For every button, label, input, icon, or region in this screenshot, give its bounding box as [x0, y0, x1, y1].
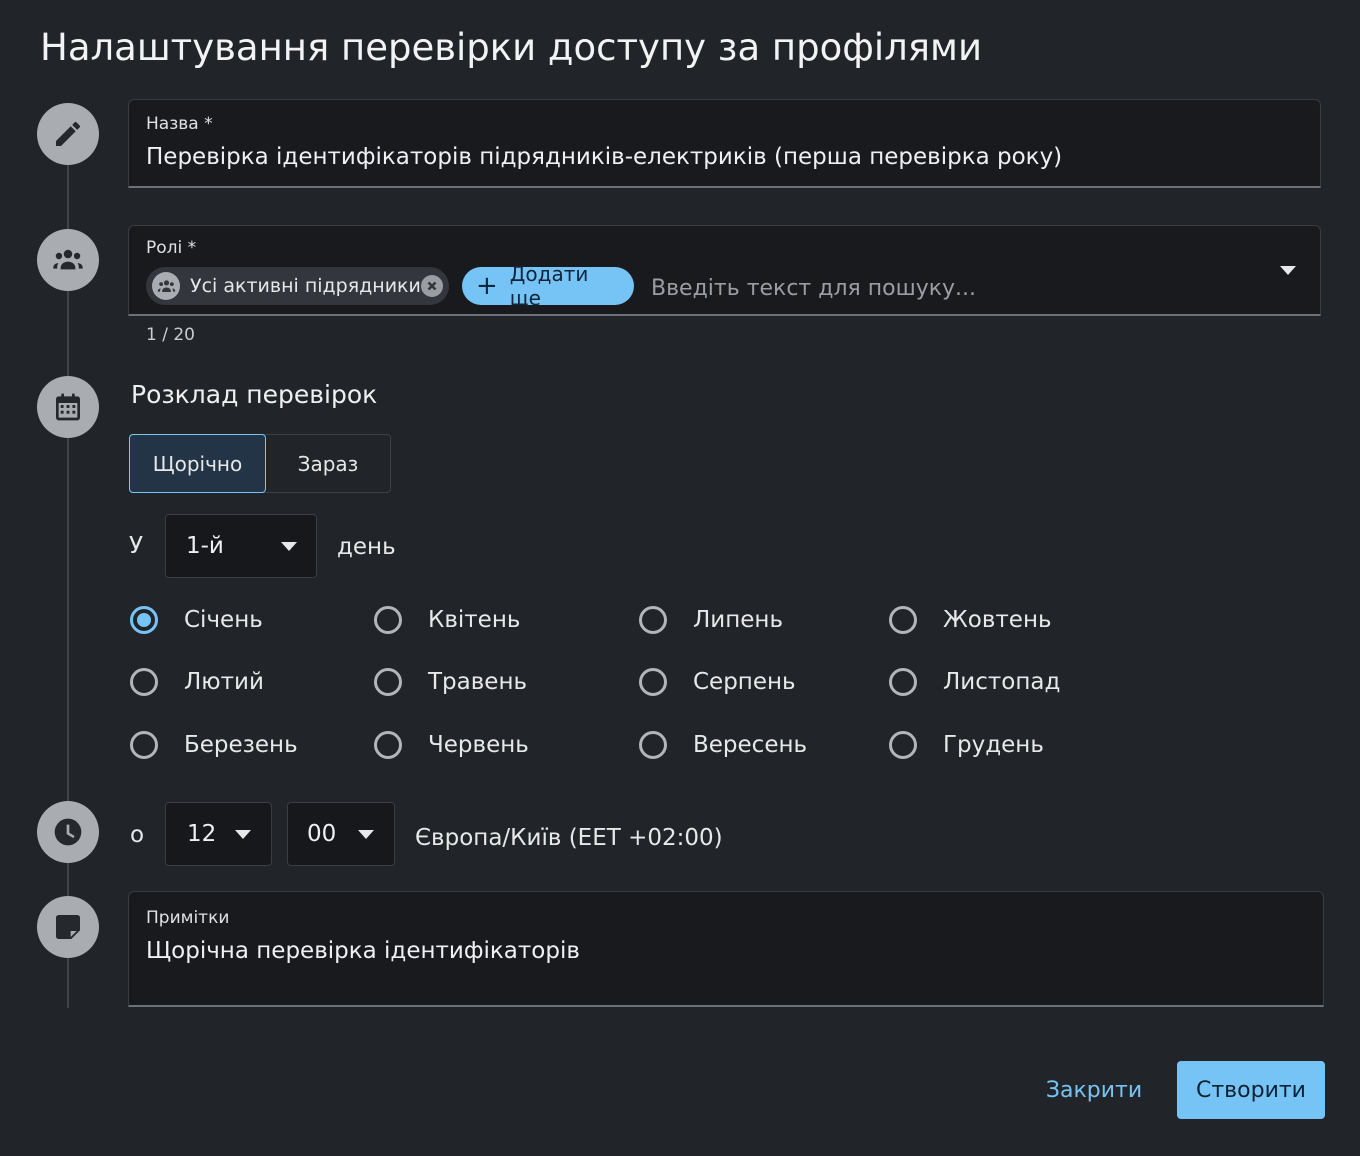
create-button[interactable]: Створити: [1177, 1061, 1325, 1119]
notes-field[interactable]: Примітки Щорічна перевірка ідентифікатор…: [128, 891, 1324, 1007]
hour-select[interactable]: 12: [165, 802, 272, 866]
roles-field[interactable]: Ролі * Усі активні підрядники + Додати щ…: [128, 225, 1321, 316]
hour-select-value: 12: [187, 821, 217, 847]
name-field[interactable]: Назва * Перевірка ідентифікаторів підряд…: [128, 99, 1321, 188]
name-field-label: Назва *: [146, 114, 213, 134]
dialog-title: Налаштування перевірки доступу за профіл…: [40, 26, 983, 69]
month-label: Червень: [428, 732, 529, 758]
month-label: Липень: [693, 607, 784, 633]
schedule-title: Розклад перевірок: [131, 380, 378, 409]
radio-unchecked-icon: [639, 606, 667, 634]
month-radio-october[interactable]: Жовтень: [889, 606, 1052, 634]
day-select[interactable]: 1-й: [165, 514, 317, 578]
role-chip-label: Усі активні підрядники: [190, 275, 421, 297]
frequency-toggle-group: Щорічно Зараз: [129, 434, 391, 493]
month-label: Жовтень: [943, 607, 1052, 633]
month-radio-january[interactable]: Січень: [130, 606, 263, 634]
month-label: Грудень: [943, 732, 1044, 758]
month-label: Травень: [428, 669, 528, 695]
month-radio-march[interactable]: Березень: [130, 731, 298, 759]
month-radio-june[interactable]: Червень: [374, 731, 529, 759]
radio-unchecked-icon: [130, 731, 158, 759]
chevron-down-icon: [281, 541, 297, 551]
chip-group-icon: [152, 272, 180, 300]
chevron-down-icon[interactable]: [1280, 266, 1296, 275]
radio-unchecked-icon: [889, 731, 917, 759]
calendar-icon: [37, 376, 99, 438]
month-label: Вересень: [693, 732, 808, 758]
month-radio-april[interactable]: Квітень: [374, 606, 520, 634]
add-more-button[interactable]: + Додати ще: [462, 262, 634, 310]
toggle-now[interactable]: Зараз: [266, 435, 390, 492]
radio-unchecked-icon: [889, 668, 917, 696]
day-suffix: день: [337, 534, 396, 560]
month-radio-february[interactable]: Лютий: [130, 668, 264, 696]
chevron-down-icon: [235, 829, 251, 839]
radio-unchecked-icon: [639, 731, 667, 759]
minute-select-value: 00: [307, 821, 337, 847]
roles-search-input[interactable]: [649, 270, 1253, 306]
roles-field-label: Ролі *: [146, 238, 197, 258]
radio-unchecked-icon: [130, 668, 158, 696]
month-label: Лютий: [184, 669, 264, 695]
day-prefix: У: [129, 533, 144, 559]
add-more-label: Додати ще: [509, 262, 589, 310]
time-prefix: о: [130, 822, 145, 848]
month-radio-november[interactable]: Листопад: [889, 668, 1060, 696]
month-label: Січень: [184, 607, 263, 633]
radio-unchecked-icon: [374, 668, 402, 696]
notes-field-value[interactable]: Щорічна перевірка ідентифікаторів: [146, 938, 580, 964]
month-label: Серпень: [693, 669, 796, 695]
month-radio-july[interactable]: Липень: [639, 606, 783, 634]
month-label: Квітень: [428, 607, 521, 633]
radio-unchecked-icon: [889, 606, 917, 634]
pencil-icon: [37, 103, 99, 165]
name-field-value[interactable]: Перевірка ідентифікаторів підрядників-ел…: [146, 144, 1062, 170]
radio-unchecked-icon: [639, 668, 667, 696]
month-label: Листопад: [943, 669, 1061, 695]
chip-remove-icon[interactable]: [421, 275, 443, 297]
group-icon: [37, 229, 99, 291]
roles-counter: 1 / 20: [146, 325, 195, 345]
day-select-value: 1-й: [186, 533, 224, 559]
radio-unchecked-icon: [374, 606, 402, 634]
note-icon: [37, 896, 99, 958]
toggle-yearly[interactable]: Щорічно: [129, 434, 266, 493]
month-radio-december[interactable]: Грудень: [889, 731, 1044, 759]
notes-field-label: Примітки: [146, 908, 230, 928]
minute-select[interactable]: 00: [287, 802, 395, 866]
radio-unchecked-icon: [374, 731, 402, 759]
chevron-down-icon: [358, 829, 374, 839]
timezone-label: Європа/Київ (EET +02:00): [415, 825, 723, 851]
clock-icon: [37, 801, 99, 863]
month-radio-august[interactable]: Серпень: [639, 668, 796, 696]
month-radio-september[interactable]: Вересень: [639, 731, 807, 759]
radio-checked-icon: [130, 606, 158, 634]
month-label: Березень: [184, 732, 298, 758]
plus-icon: +: [476, 271, 498, 301]
close-button[interactable]: Закрити: [1032, 1062, 1156, 1118]
month-radio-may[interactable]: Травень: [374, 668, 527, 696]
role-chip[interactable]: Усі активні підрядники: [146, 267, 449, 305]
